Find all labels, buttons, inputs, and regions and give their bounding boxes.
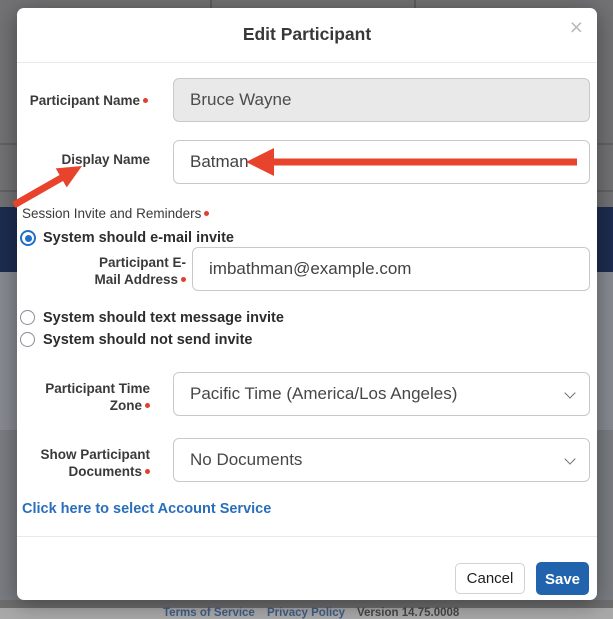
documents-label: Show Participant Documents: [17, 446, 150, 480]
required-dot: [181, 277, 186, 282]
timezone-label-line2: Zone: [110, 398, 142, 413]
display-name-label: Display Name: [17, 151, 150, 168]
close-icon[interactable]: ×: [570, 16, 583, 39]
email-label: Participant E- Mail Address: [57, 254, 186, 288]
edit-participant-dialog: Edit Participant × Participant Name Disp…: [17, 8, 597, 600]
email-input[interactable]: [192, 247, 590, 291]
email-label-line1: Participant E-: [99, 255, 186, 270]
dialog-body: Participant Name Display Name Session In…: [17, 63, 597, 600]
required-dot: [145, 469, 150, 474]
display-name-input[interactable]: [173, 140, 590, 184]
documents-selected-value: No Documents: [190, 450, 302, 470]
documents-label-line1: Show Participant: [40, 447, 150, 462]
invite-group-label: Session Invite and Reminders: [22, 206, 209, 221]
privacy-policy-link[interactable]: Privacy Policy: [267, 607, 345, 619]
required-dot: [145, 403, 150, 408]
dialog-footer: Cancel Save: [17, 536, 597, 601]
terms-of-service-link[interactable]: Terms of Service: [163, 607, 255, 619]
required-dot: [143, 98, 148, 103]
invite-group-label-text: Session Invite and Reminders: [22, 206, 201, 221]
radio-option-label[interactable]: System should not send invite: [43, 332, 252, 348]
radio-option-label[interactable]: System should text message invite: [43, 310, 284, 326]
radio-selected-icon[interactable]: [20, 230, 36, 246]
participant-name-label: Participant Name: [17, 92, 148, 109]
radio-unselected-icon[interactable]: [20, 332, 35, 347]
timezone-selected-value: Pacific Time (America/Los Angeles): [190, 384, 457, 404]
required-dot: [204, 211, 209, 216]
dialog-header: Edit Participant ×: [17, 8, 597, 63]
participant-name-input: [173, 78, 590, 122]
email-label-line2: Mail Address: [94, 272, 178, 287]
backdrop-divider: [210, 0, 212, 8]
timezone-label-line1: Participant Time: [45, 381, 150, 396]
chevron-down-icon: [564, 453, 575, 464]
dialog-title: Edit Participant: [17, 24, 597, 45]
chevron-down-icon: [564, 387, 575, 398]
timezone-label: Participant Time Zone: [17, 380, 150, 414]
cancel-button[interactable]: Cancel: [455, 563, 525, 594]
radio-unselected-icon[interactable]: [20, 310, 35, 325]
timezone-select[interactable]: Pacific Time (America/Los Angeles): [173, 372, 590, 416]
account-service-link[interactable]: Click here to select Account Service: [22, 501, 271, 517]
radio-option-label[interactable]: System should e-mail invite: [43, 230, 234, 246]
display-name-label-text: Display Name: [61, 152, 150, 167]
version-text: Version 14.75.0008: [357, 607, 459, 619]
backdrop-divider: [414, 0, 416, 8]
save-button[interactable]: Save: [536, 562, 589, 595]
documents-label-line2: Documents: [68, 464, 142, 479]
documents-select[interactable]: No Documents: [173, 438, 590, 482]
participant-name-label-text: Participant Name: [30, 93, 140, 108]
